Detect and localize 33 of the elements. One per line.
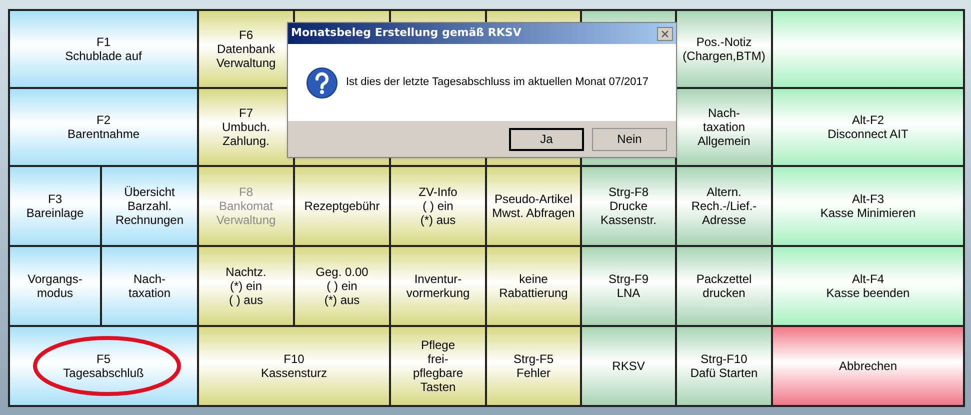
function-key[interactable]: Alt-F2 Disconnect AIT: [773, 89, 965, 167]
function-key[interactable]: Pos.-Notiz (Chargen,BTM): [677, 11, 773, 89]
function-key[interactable]: keine Rabattierung: [487, 247, 582, 327]
function-key[interactable]: Geg. 0.00 ( ) ein (*) aus: [295, 247, 391, 327]
function-key[interactable]: Vorgangs- modus: [10, 247, 102, 327]
function-key[interactable]: F10 Kassensturz: [199, 327, 391, 407]
function-key[interactable]: F2 Barentnahme: [10, 89, 199, 167]
function-key[interactable]: Nachtz. (*) ein ( ) aus: [199, 247, 295, 327]
function-key[interactable]: RKSV: [582, 327, 677, 407]
function-key[interactable]: Strg-F9 LNA: [582, 247, 677, 327]
function-key[interactable]: Nach- taxation: [102, 247, 199, 327]
function-key[interactable]: Packzettel drucken: [677, 247, 773, 327]
dialog-message: Ist dies der letzte Tagesabschluss im aktuellen Monat 07/2017: [346, 75, 648, 90]
dialog-button[interactable]: Ja: [509, 128, 584, 150]
function-key[interactable]: Strg-F10 Dafü Starten: [677, 327, 773, 407]
function-key[interactable]: Rezeptgebühr: [295, 167, 391, 247]
function-key[interactable]: Altern. Rech.-/Lief.- Adresse: [677, 167, 773, 247]
function-key[interactable]: Inventur- vormerkung: [391, 247, 487, 327]
function-key[interactable]: Abbrechen: [773, 327, 965, 407]
function-key[interactable]: Pseudo-Artikel Mwst. Abfragen: [487, 167, 582, 247]
function-key[interactable]: Alt-F4 Kasse beenden: [773, 247, 965, 327]
function-key[interactable]: F7 Umbuch. Zahlung.: [199, 89, 295, 167]
function-key[interactable]: Nach- taxation Allgemein: [677, 89, 773, 167]
function-key[interactable]: F3 Bareinlage: [10, 167, 102, 247]
function-key[interactable]: F1 Schublade auf: [10, 11, 199, 89]
function-key[interactable]: F5 Tagesabschluß: [10, 327, 199, 407]
function-key[interactable]: Pflege frei- pflegbare Tasten: [391, 327, 487, 407]
function-key[interactable]: ZV-Info ( ) ein (*) aus: [391, 167, 487, 247]
function-key[interactable]: Übersicht Barzahl. Rechnungen: [102, 167, 199, 247]
function-key[interactable]: Strg-F8 Drucke Kassenstr.: [582, 167, 677, 247]
dialog-button[interactable]: Nein: [592, 128, 667, 150]
function-key[interactable]: Alt-F3 Kasse Minimieren: [773, 167, 965, 247]
function-key[interactable]: Strg-F5 Fehler: [487, 327, 582, 407]
